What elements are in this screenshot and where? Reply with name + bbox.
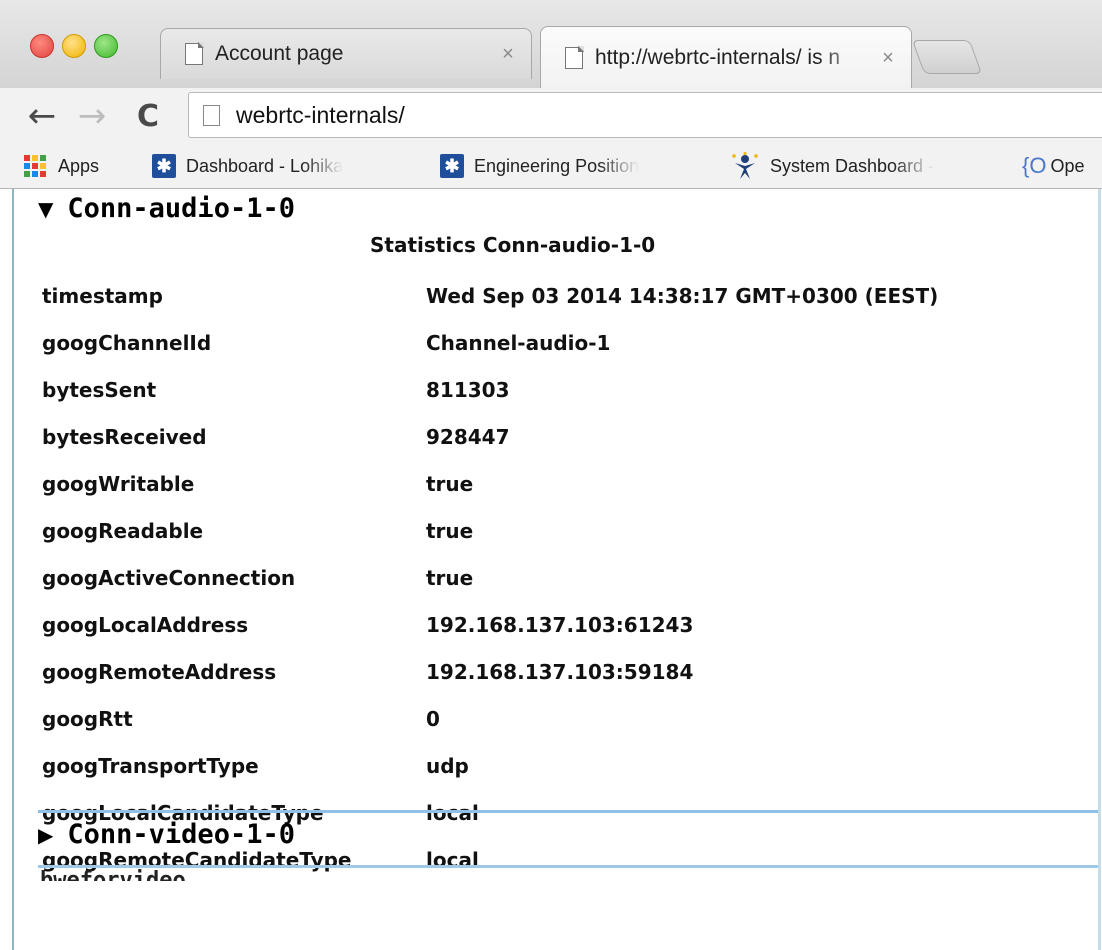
tab-title: http://webrtc-internals/ is n [595, 46, 841, 69]
address-bar-url[interactable]: webrtc-internals/ [236, 102, 405, 129]
person-icon [732, 152, 758, 179]
stat-key: googReadable [42, 518, 204, 543]
close-tab-icon[interactable]: × [493, 43, 523, 66]
table-row: googWritable true [36, 460, 944, 507]
bookmark-label: Apps [58, 155, 100, 176]
bookmark-ope[interactable]: {O Ope [1022, 152, 1085, 180]
stat-value: 0 [426, 706, 440, 731]
table-row: googReadable true [36, 507, 944, 554]
table-row: googChannelId Channel-audio-1 [36, 319, 944, 366]
close-tab-icon[interactable]: × [873, 47, 903, 70]
right-border [1098, 189, 1101, 950]
back-arrow-icon[interactable]: ← [22, 96, 62, 136]
stat-key: googWritable [42, 471, 195, 496]
bookmark-label: Engineering Position [474, 155, 640, 176]
stat-key: googRemoteAddress [42, 659, 277, 684]
section-divider [38, 810, 1098, 813]
stat-key: googTransportType [42, 753, 259, 778]
stat-value: udp [426, 753, 469, 778]
stat-value: Wed Sep 03 2014 14:38:17 GMT+0300 (EEST) [426, 283, 939, 308]
stat-value: 192.168.137.103:61243 [426, 612, 694, 637]
jira-icon: ✱ [152, 154, 176, 178]
bookmark-label: Ope [1050, 155, 1085, 176]
page-icon [565, 46, 584, 69]
bookmark-engineering-position[interactable]: ✱ Engineering Position [440, 152, 639, 180]
stat-key: googRtt [42, 706, 133, 731]
browser-titlebar: Account page × http://webrtc-internals/ … [0, 0, 1102, 89]
zoom-window-button[interactable] [94, 34, 118, 58]
reload-icon[interactable]: C [128, 96, 168, 136]
jira-icon: ✱ [440, 154, 464, 178]
bookmark-system-dashboard[interactable]: System Dashboard - [730, 152, 934, 180]
left-border [12, 189, 14, 950]
stats-table: timestamp Wed Sep 03 2014 14:38:17 GMT+03… [36, 272, 944, 883]
stat-value: true [426, 518, 474, 543]
bookmark-label: Dashboard - Lohika [186, 155, 344, 176]
bookmark-apps[interactable]: Apps [24, 152, 99, 180]
page-content: ▼ Conn-audio-1-0 Statistics Conn-audio-1… [0, 189, 1102, 950]
stat-value: local [426, 847, 479, 872]
table-row: googRtt 0 [36, 695, 944, 742]
minimize-window-button[interactable] [62, 34, 86, 58]
page-icon [203, 104, 220, 126]
stats-table-caption: Statistics Conn-audio-1-0 [370, 233, 656, 257]
stat-key: googLocalAddress [42, 612, 249, 637]
apps-grid-icon [24, 155, 48, 177]
browser-toolbar: ← → C webrtc-internals/ [0, 88, 1102, 142]
stat-value: 811303 [426, 377, 510, 402]
section-title: Conn-audio-1-0 [67, 193, 295, 224]
triangle-right-icon: ▶ [38, 822, 54, 847]
stat-value: true [426, 471, 474, 496]
bookmark-dashboard-lohika[interactable]: ✱ Dashboard - Lohika [152, 152, 343, 180]
section-conn-audio-toggle[interactable]: ▼ Conn-audio-1-0 [38, 193, 295, 224]
section-conn-video-toggle[interactable]: ▶ Conn-video-1-0 [38, 819, 295, 850]
table-row: googRemoteAddress 192.168.137.103:59184 [36, 648, 944, 695]
stat-value: Channel-audio-1 [426, 330, 611, 355]
table-row: googActiveConnection true [36, 554, 944, 601]
triangle-down-icon: ▼ [38, 196, 54, 221]
stat-key: bytesSent [42, 377, 157, 402]
stat-key: timestamp [42, 283, 163, 308]
forward-arrow-icon[interactable]: → [72, 96, 112, 136]
bookmarks-bar: Apps ✱ Dashboard - Lohika ✱ Engineering … [0, 142, 1102, 189]
section-title: Conn-video-1-0 [67, 819, 295, 850]
stat-key: googChannelId [42, 330, 212, 355]
table-row: googTransportType udp [36, 742, 944, 789]
section-divider [38, 865, 1098, 868]
tab-account-page[interactable]: Account page × [160, 28, 532, 79]
bookmark-label: System Dashboard - [770, 155, 935, 176]
stat-value: true [426, 565, 474, 590]
new-tab-button[interactable] [911, 40, 983, 74]
table-row: bytesReceived 928447 [36, 413, 944, 460]
tab-title: Account page [215, 42, 344, 65]
stat-key: bytesReceived [42, 424, 207, 449]
table-row: timestamp Wed Sep 03 2014 14:38:17 GMT+03… [36, 272, 944, 319]
stat-value: 192.168.137.103:59184 [426, 659, 694, 684]
table-row: bytesSent 811303 [36, 366, 944, 413]
page-icon [185, 42, 204, 65]
tab-webrtc-internals[interactable]: http://webrtc-internals/ is n × [540, 26, 912, 89]
stat-key: googActiveConnection [42, 565, 296, 590]
address-bar[interactable]: webrtc-internals/ [188, 92, 1102, 138]
table-row: googLocalAddress 192.168.137.103:61243 [36, 601, 944, 648]
stat-value: 928447 [426, 424, 510, 449]
next-section-title: bweforvideo [40, 869, 186, 881]
close-window-button[interactable] [30, 34, 54, 58]
brace-icon: {O [1022, 153, 1047, 178]
